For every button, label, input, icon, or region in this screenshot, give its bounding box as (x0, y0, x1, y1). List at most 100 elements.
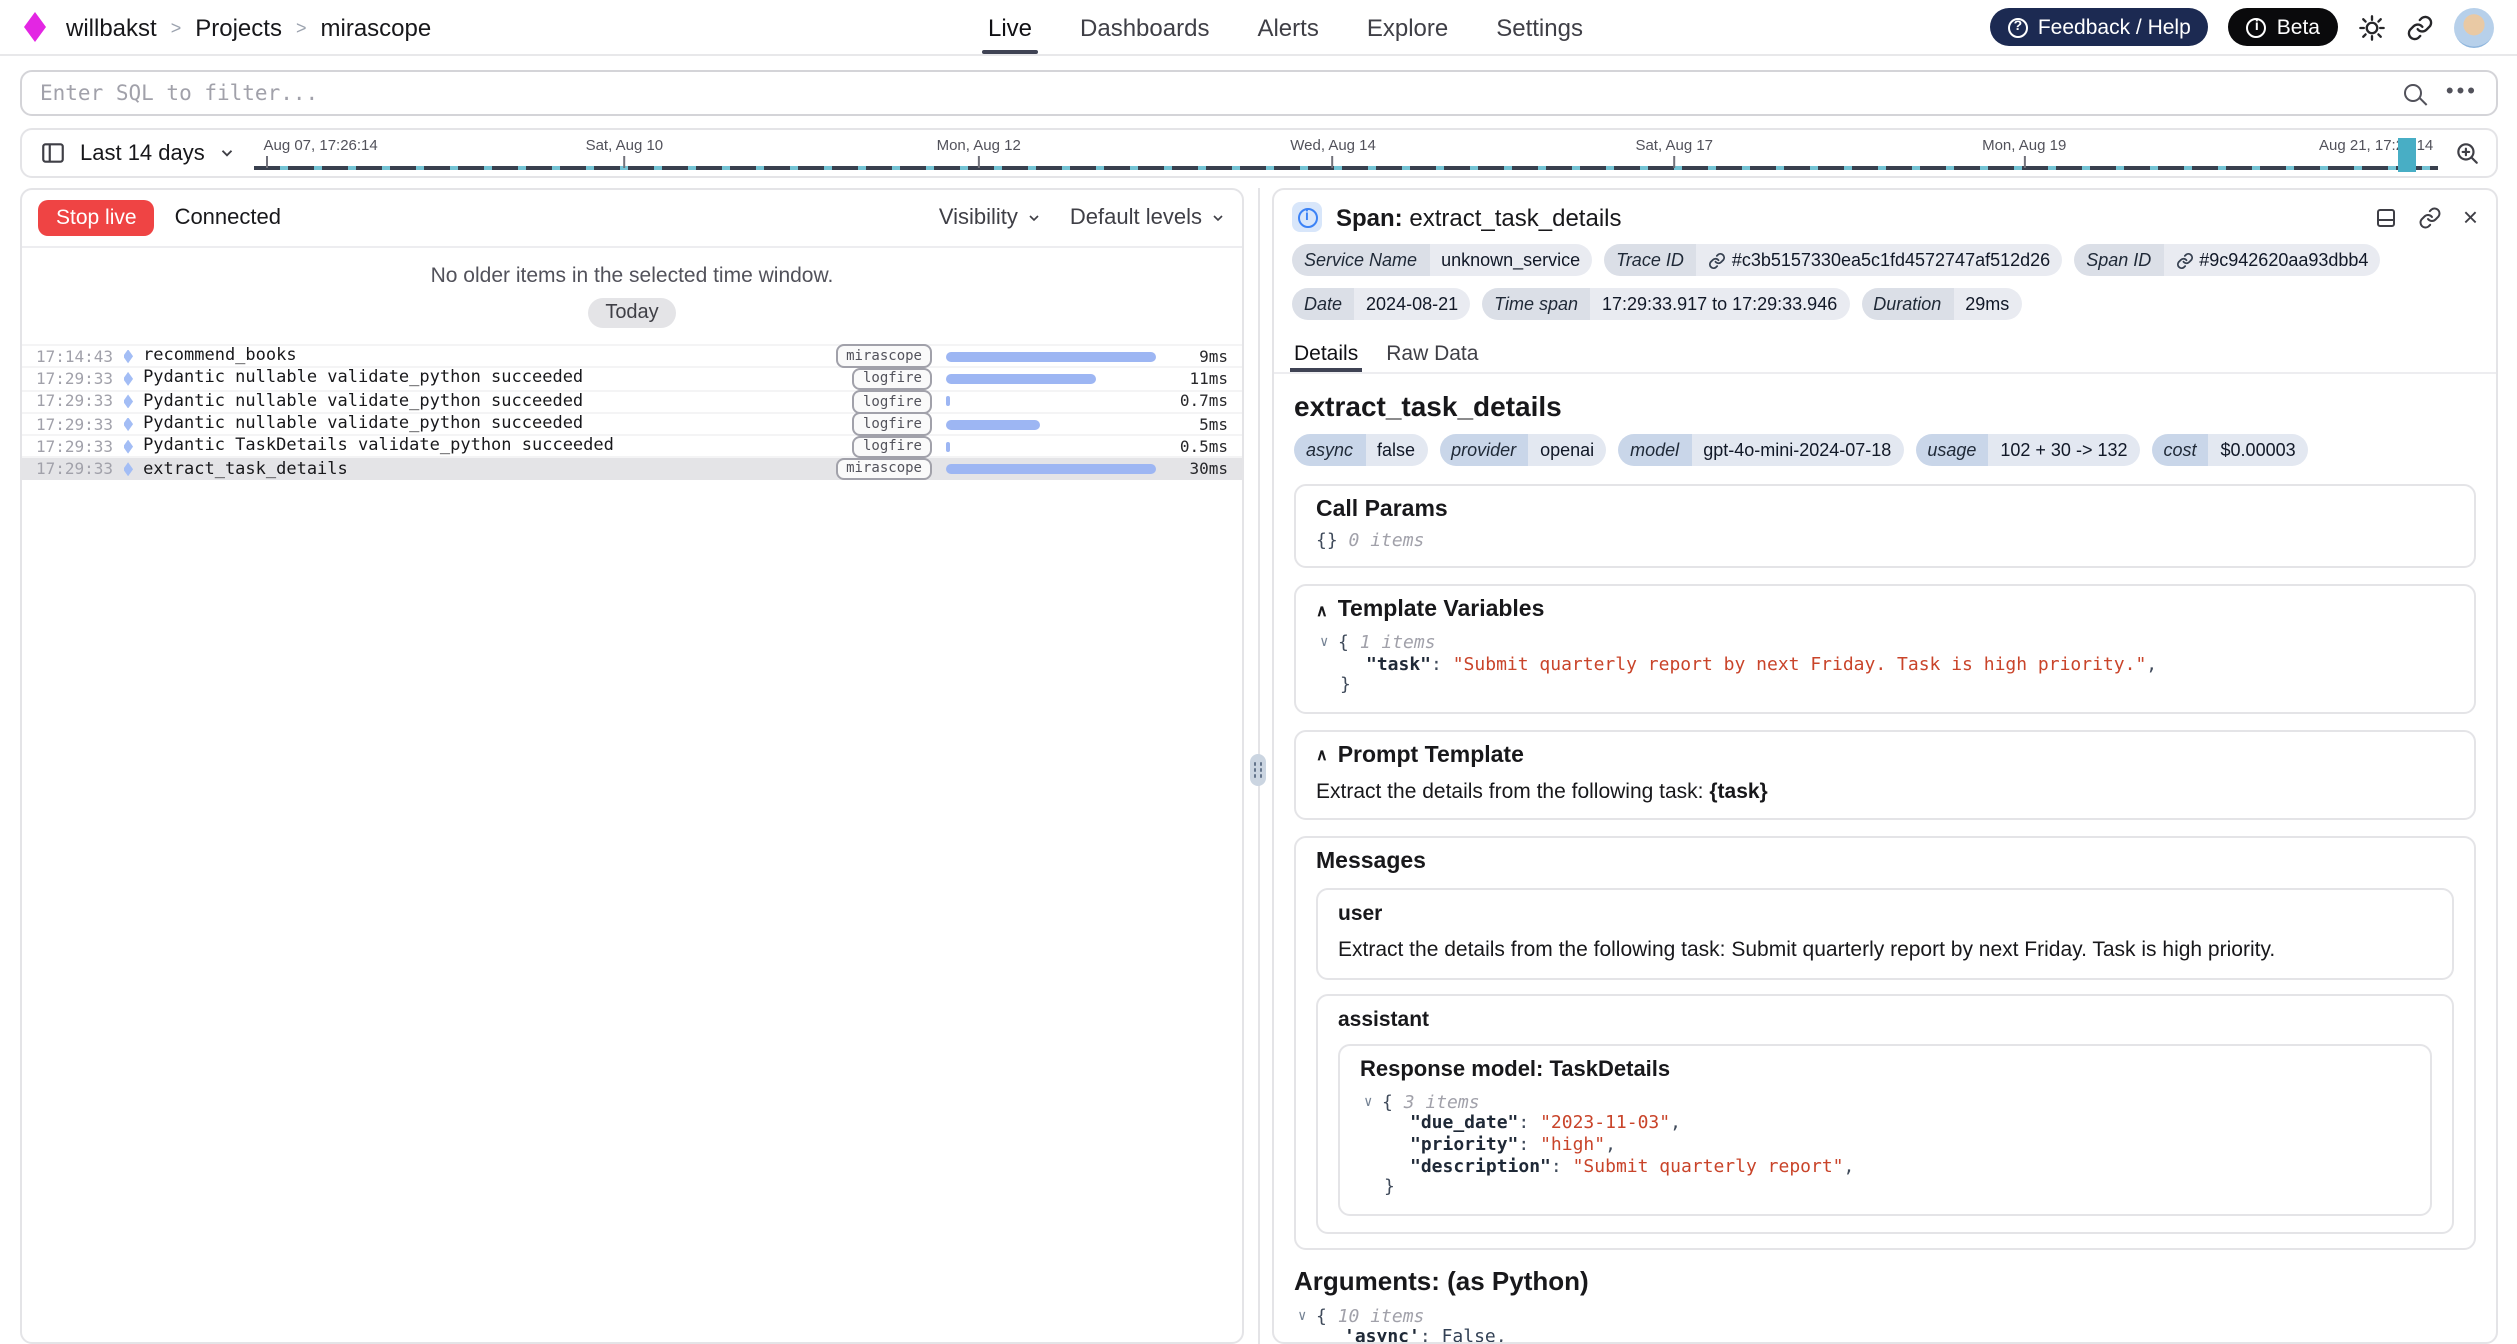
timeline-selection[interactable] (2398, 138, 2416, 172)
timeline-tick: Sat, Aug 10 (586, 136, 664, 167)
zoom-in-icon[interactable] (2454, 140, 2480, 166)
span-info-icon: i (1292, 202, 1322, 232)
close-icon[interactable]: × (2463, 204, 2478, 230)
duration-label: 0.7ms (1168, 392, 1228, 410)
live-controls-bar: Stop live Connected Visibility Default l… (22, 190, 1242, 248)
usage-badge: usage102 + 30 -> 132 (1915, 434, 2139, 466)
code-line: } (1360, 1178, 2410, 1199)
json-toggle-icon[interactable]: ∨ (1320, 632, 1338, 653)
tab-raw-data[interactable]: Raw Data (1386, 336, 1478, 372)
json-toggle-icon[interactable]: ∨ (1364, 1092, 1382, 1113)
code-line: "priority": "high", (1360, 1136, 2410, 1157)
span-row[interactable]: 17:29:33 Pydantic nullable validate_pyth… (22, 389, 1242, 412)
duration-label: 9ms (1168, 347, 1228, 365)
code-line: "description": "Submit quarterly report"… (1360, 1157, 2410, 1178)
span-detail-panel: i Span: extract_task_details (1272, 188, 2498, 1344)
async-badge: asyncfalse (1294, 434, 1427, 466)
code-line: ∨{ 3 items (1360, 1092, 2410, 1115)
timeline-tick: Mon, Aug 19 (1982, 136, 2066, 167)
span-row[interactable]: 17:29:33 Pydantic nullable validate_pyth… (22, 367, 1242, 390)
span-row[interactable]: 17:29:33 Pydantic nullable validate_pyth… (22, 412, 1242, 435)
theme-toggle-icon[interactable] (2358, 13, 2386, 41)
code-token: } (1340, 676, 1351, 696)
code-token: 3 items (1404, 1094, 1480, 1114)
code-token: 1 items (1360, 634, 1436, 654)
time-range-control: Last 14 days (22, 140, 255, 166)
user-avatar[interactable] (2454, 7, 2494, 47)
copy-link-icon[interactable] (2419, 205, 2443, 229)
timeline-track[interactable]: Aug 07, 17:26:14 Sat, Aug 10 Mon, Aug 12… (255, 130, 2442, 176)
span-diamond-icon (123, 372, 133, 386)
span-diamond-icon (123, 349, 133, 363)
duration-track (946, 419, 1156, 429)
code-token: , (2146, 655, 2157, 675)
json-toggle-icon[interactable]: ∨ (1298, 1306, 1316, 1327)
breadcrumb-projects[interactable]: Projects (195, 13, 282, 41)
sql-filter-input[interactable] (20, 70, 2498, 116)
search-icon[interactable] (2404, 84, 2422, 102)
more-options-icon[interactable]: ••• (2446, 82, 2478, 104)
duration-bar (946, 374, 1095, 384)
breadcrumb-project[interactable]: mirascope (321, 13, 432, 41)
date-badge: Date2024-08-21 (1292, 288, 1470, 320)
question-icon: ? (2008, 17, 2028, 37)
code-line: "due_date": "2023-11-03", (1360, 1115, 2410, 1136)
top-bar: willbakst > Projects > mirascope Live Da… (0, 0, 2517, 56)
tab-dashboards[interactable]: Dashboards (1080, 0, 1209, 54)
sql-filter-bar: ••• (20, 70, 2498, 116)
feedback-help-button[interactable]: ? Feedback / Help (1990, 8, 2209, 46)
duration-track (946, 396, 1156, 406)
span-row[interactable]: 17:14:43 recommend_books mirascope 9ms (22, 344, 1242, 367)
span-detail-actions: × (2375, 204, 2478, 230)
collapse-icon[interactable]: ∧ (1316, 747, 1328, 765)
span-diamond-icon (123, 462, 133, 476)
day-separator: Today (587, 298, 676, 328)
tab-details[interactable]: Details (1294, 336, 1358, 372)
link-icon[interactable] (1708, 251, 1726, 269)
duration-label: 0.5ms (1168, 438, 1228, 456)
message-role: assistant (1338, 1008, 2432, 1032)
code-token: , (1844, 1157, 1855, 1177)
span-id-badge: Span ID #9c942620aa93dbb4 (2074, 244, 2380, 276)
code-token: : (1518, 1115, 1540, 1135)
stop-live-button[interactable]: Stop live (38, 200, 155, 236)
dock-panel-icon[interactable] (2375, 205, 2399, 229)
time-range-label[interactable]: Last 14 days (80, 141, 205, 165)
visibility-dropdown[interactable]: Visibility (939, 206, 1042, 230)
timeline-tick: Aug 21, 17:26:14 (2319, 136, 2433, 154)
duration-bar (946, 442, 950, 452)
default-levels-dropdown[interactable]: Default levels (1070, 206, 1226, 230)
user-message: user Extract the details from the follow… (1316, 888, 2454, 980)
tab-explore[interactable]: Explore (1367, 0, 1448, 54)
link-icon[interactable] (2175, 251, 2193, 269)
beta-button[interactable]: i Beta (2229, 8, 2338, 46)
share-link-icon[interactable] (2406, 13, 2434, 41)
panel-resize-handle[interactable] (1250, 754, 1266, 786)
code-token: 10 items (1338, 1308, 1425, 1328)
code-line: } (1316, 676, 2454, 697)
span-detail-header: i Span: extract_task_details (1274, 190, 2496, 240)
chevron-down-icon[interactable] (219, 144, 237, 162)
code-token: , (1670, 1115, 1681, 1135)
code-token: : (1518, 1136, 1540, 1156)
call-params-empty: {} 0 items (1316, 532, 2454, 552)
breadcrumb-org[interactable]: willbakst (66, 13, 157, 41)
call-params-title: Call Params (1316, 498, 2454, 522)
span-row-selected[interactable]: 17:29:33 extract_task_details mirascope … (22, 457, 1242, 480)
tab-settings[interactable]: Settings (1496, 0, 1583, 54)
tab-live[interactable]: Live (988, 0, 1032, 54)
scope-tag: logfire (853, 413, 932, 436)
sidebar-toggle-icon[interactable] (40, 140, 66, 166)
timeline-bar: Last 14 days Aug 07, 17:26:14 Sat, Aug 1… (20, 128, 2498, 178)
arguments-heading: Arguments: (as Python) (1294, 1266, 2476, 1296)
code-token: "Submit quarterly report" (1573, 1157, 1844, 1177)
messages-section: Messages user Extract the details from t… (1294, 836, 2476, 1250)
span-row[interactable]: 17:29:33 Pydantic TaskDetails validate_p… (22, 434, 1242, 457)
tab-alerts[interactable]: Alerts (1257, 0, 1318, 54)
span-name-heading: extract_task_details (1294, 390, 2476, 422)
timeline-tick: Mon, Aug 12 (937, 136, 1021, 167)
duration-bar (946, 464, 1156, 474)
provider-badge: provideropenai (1439, 434, 1606, 466)
logfire-logo-icon[interactable] (24, 12, 46, 42)
collapse-icon[interactable]: ∧ (1316, 601, 1328, 619)
